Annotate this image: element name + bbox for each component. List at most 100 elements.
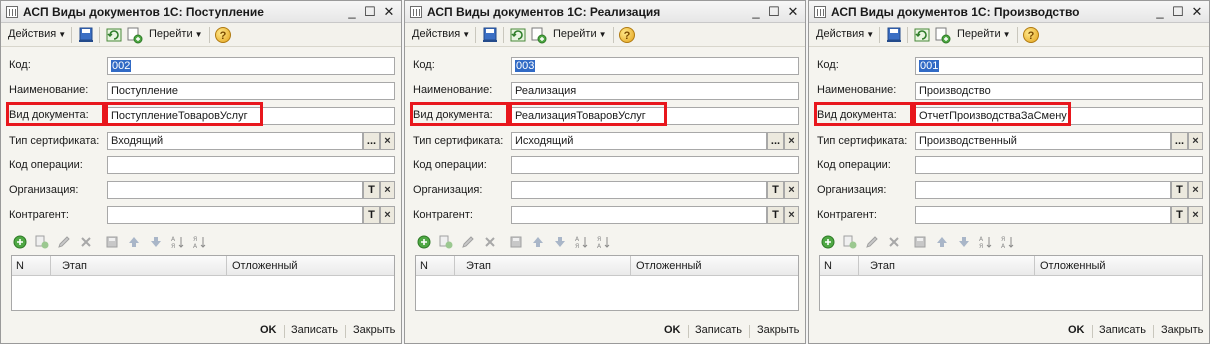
copy-document-icon[interactable] [125, 26, 143, 44]
edit-row-icon[interactable] [865, 235, 879, 249]
column-header-deferred[interactable]: Отложенный [232, 260, 298, 272]
goto-menu[interactable]: Перейти ▼ [553, 28, 607, 40]
sort-desc-icon[interactable]: ЯA [597, 235, 611, 249]
counterparty-field[interactable] [511, 206, 767, 224]
op-code-field[interactable] [511, 156, 799, 174]
move-down-icon[interactable] [553, 235, 567, 249]
delete-row-icon[interactable] [79, 235, 93, 249]
column-header-n[interactable]: N [824, 260, 832, 272]
choose-button[interactable]: ... [1171, 132, 1188, 150]
move-down-icon[interactable] [957, 235, 971, 249]
choose-button[interactable]: ... [767, 132, 784, 150]
cert-type-field[interactable]: Производственный [915, 132, 1171, 150]
save-button[interactable]: Записать [291, 324, 338, 336]
end-edit-icon[interactable] [913, 235, 927, 249]
type-select-button[interactable]: T [767, 181, 784, 199]
ok-button[interactable]: OK [260, 324, 277, 336]
clear-button[interactable]: × [380, 206, 395, 224]
goto-menu[interactable]: Перейти ▼ [149, 28, 203, 40]
save-button[interactable]: Записать [695, 324, 742, 336]
name-field[interactable]: Реализация [511, 82, 799, 100]
help-icon[interactable]: ? [1023, 27, 1039, 43]
close-button[interactable]: Закрыть [757, 324, 799, 336]
cert-type-field[interactable]: Входящий [107, 132, 363, 150]
maximize-icon[interactable]: ☐ [362, 4, 378, 20]
choose-button[interactable]: ... [363, 132, 380, 150]
clear-button[interactable]: × [380, 132, 395, 150]
sort-desc-icon[interactable]: ЯA [1001, 235, 1015, 249]
refresh-form-icon[interactable] [913, 26, 931, 44]
code-field[interactable]: 001 [915, 57, 1203, 75]
sort-desc-icon[interactable]: ЯA [193, 235, 207, 249]
type-select-button[interactable]: T [363, 206, 380, 224]
organization-field[interactable] [107, 181, 363, 199]
close-icon[interactable]: ✕ [785, 4, 801, 20]
name-field[interactable]: Поступление [107, 82, 395, 100]
add-row-icon[interactable] [417, 235, 431, 249]
save-button[interactable]: Записать [1099, 324, 1146, 336]
counterparty-field[interactable] [915, 206, 1171, 224]
code-field[interactable]: 002 [107, 57, 395, 75]
end-edit-icon[interactable] [509, 235, 523, 249]
end-edit-icon[interactable] [105, 235, 119, 249]
op-code-field[interactable] [107, 156, 395, 174]
type-select-button[interactable]: T [1171, 181, 1188, 199]
minimize-icon[interactable]: _ [748, 4, 764, 20]
copy-row-icon[interactable] [35, 235, 49, 249]
column-header-stage[interactable]: Этап [62, 260, 87, 272]
sort-asc-icon[interactable]: AЯ [171, 235, 185, 249]
help-icon[interactable]: ? [215, 27, 231, 43]
save-close-icon[interactable] [77, 26, 95, 44]
save-close-icon[interactable] [885, 26, 903, 44]
edit-row-icon[interactable] [57, 235, 71, 249]
close-icon[interactable]: ✕ [1189, 4, 1205, 20]
save-close-icon[interactable] [481, 26, 499, 44]
type-select-button[interactable]: T [1171, 206, 1188, 224]
name-field[interactable]: Производство [915, 82, 1203, 100]
actions-menu[interactable]: Действия ▼ [816, 28, 874, 40]
refresh-form-icon[interactable] [509, 26, 527, 44]
counterparty-field[interactable] [107, 206, 363, 224]
actions-menu[interactable]: Действия ▼ [8, 28, 66, 40]
column-header-n[interactable]: N [420, 260, 428, 272]
move-up-icon[interactable] [127, 235, 141, 249]
code-field[interactable]: 003 [511, 57, 799, 75]
type-select-button[interactable]: T [767, 206, 784, 224]
clear-button[interactable]: × [1188, 181, 1203, 199]
op-code-field[interactable] [915, 156, 1203, 174]
clear-button[interactable]: × [784, 181, 799, 199]
close-button[interactable]: Закрыть [353, 324, 395, 336]
edit-row-icon[interactable] [461, 235, 475, 249]
goto-menu[interactable]: Перейти ▼ [957, 28, 1011, 40]
stages-table[interactable]: N Этап Отложенный [415, 255, 799, 311]
delete-row-icon[interactable] [483, 235, 497, 249]
column-header-n[interactable]: N [16, 260, 24, 272]
copy-document-icon[interactable] [529, 26, 547, 44]
close-button[interactable]: Закрыть [1161, 324, 1203, 336]
copy-row-icon[interactable] [439, 235, 453, 249]
organization-field[interactable] [511, 181, 767, 199]
maximize-icon[interactable]: ☐ [1170, 4, 1186, 20]
add-row-icon[interactable] [13, 235, 27, 249]
column-header-stage[interactable]: Этап [466, 260, 491, 272]
cert-type-field[interactable]: Исходящий [511, 132, 767, 150]
maximize-icon[interactable]: ☐ [766, 4, 782, 20]
minimize-icon[interactable]: _ [344, 4, 360, 20]
delete-row-icon[interactable] [887, 235, 901, 249]
stages-table[interactable]: N Этап Отложенный [11, 255, 395, 311]
copy-document-icon[interactable] [933, 26, 951, 44]
move-up-icon[interactable] [935, 235, 949, 249]
close-icon[interactable]: ✕ [381, 4, 397, 20]
clear-button[interactable]: × [1188, 206, 1203, 224]
minimize-icon[interactable]: _ [1152, 4, 1168, 20]
stages-table[interactable]: N Этап Отложенный [819, 255, 1203, 311]
copy-row-icon[interactable] [843, 235, 857, 249]
add-row-icon[interactable] [821, 235, 835, 249]
refresh-form-icon[interactable] [105, 26, 123, 44]
help-icon[interactable]: ? [619, 27, 635, 43]
column-header-deferred[interactable]: Отложенный [636, 260, 702, 272]
column-header-stage[interactable]: Этап [870, 260, 895, 272]
column-header-deferred[interactable]: Отложенный [1040, 260, 1106, 272]
ok-button[interactable]: OK [1068, 324, 1085, 336]
clear-button[interactable]: × [784, 132, 799, 150]
